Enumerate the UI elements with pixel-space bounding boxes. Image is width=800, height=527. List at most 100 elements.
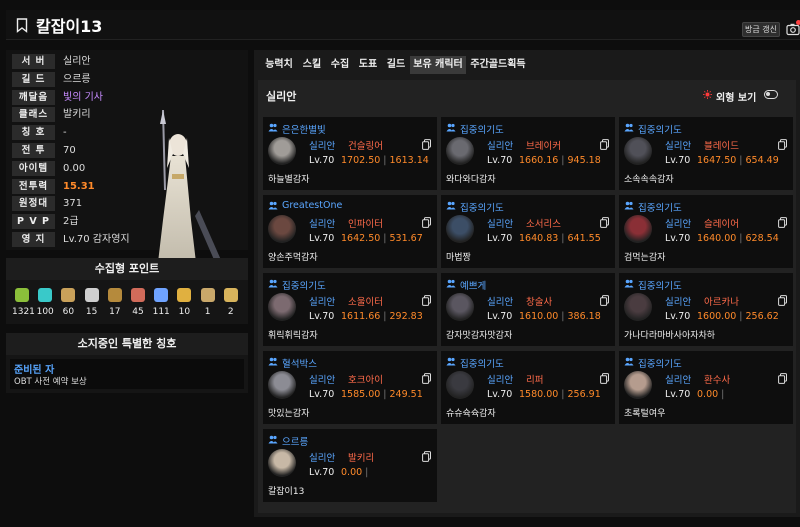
guild-name[interactable]: 집중의기도 <box>638 200 682 214</box>
toggle-switch-icon[interactable] <box>764 90 778 99</box>
collection-value: 60 <box>62 307 75 317</box>
copy-icon[interactable] <box>778 373 787 384</box>
musical-note-icon <box>200 288 215 302</box>
item-level: 1640.00 <box>697 233 737 244</box>
guild-members-icon <box>624 123 634 132</box>
item-level-power: 0.00 | <box>341 467 369 478</box>
character-card[interactable]: 은은한별빛 실리안 건슬링어 Lv.70 1702.50 | 1613.14 하늘별감자 <box>263 117 437 190</box>
character-level: Lv.70 <box>487 389 513 400</box>
item-level: 1610.00 <box>519 311 559 322</box>
copy-icon[interactable] <box>600 295 609 306</box>
character-name-label: 검먹는감자 <box>624 253 666 263</box>
character-card[interactable]: 집중의기도 실리안 리퍼 Lv.70 1580.00 | 256.91 슈슈슉슉감자 <box>441 351 615 424</box>
guild-name[interactable]: 혈석박스 <box>282 356 317 370</box>
character-card[interactable]: 예쁘게 실리안 창술사 Lv.70 1610.00 | 386.18 감자맛감자맛감자 <box>441 273 615 346</box>
copy-icon[interactable] <box>600 217 609 228</box>
tab-collection[interactable]: 수집 <box>326 56 354 74</box>
copy-icon[interactable] <box>778 139 787 150</box>
guild-name[interactable]: 집중의기도 <box>460 200 504 214</box>
copy-icon[interactable] <box>778 295 787 306</box>
guild-members-icon <box>268 357 278 366</box>
guild-members-icon <box>268 279 278 288</box>
guild-name[interactable]: 집중의기도 <box>638 122 682 136</box>
tab-charts[interactable]: 도표 <box>354 56 382 74</box>
character-card[interactable]: 으르릉 실리안 발키리 Lv.70 0.00 | 칼잡이13 <box>263 429 437 502</box>
tab-guild[interactable]: 길드 <box>382 56 410 74</box>
copy-icon[interactable] <box>422 295 431 306</box>
character-card[interactable]: 집중의기도 실리안 슬레이어 Lv.70 1640.00 | 628.54 검먹는감자 <box>619 195 793 268</box>
copy-icon[interactable] <box>422 451 431 462</box>
character-avatar <box>624 371 652 399</box>
guild-name[interactable]: 으르릉 <box>282 434 308 448</box>
copy-icon[interactable] <box>600 139 609 150</box>
collection-item[interactable]: 10 <box>174 288 194 317</box>
tab-skills[interactable]: 스킬 <box>298 56 326 74</box>
guild-name[interactable]: 집중의기도 <box>638 278 682 292</box>
character-card[interactable]: 집중의기도 실리안 블레이드 Lv.70 1647.50 | 654.49 소속속속감자 <box>619 117 793 190</box>
collection-item[interactable]: 1 <box>198 288 218 317</box>
appearance-toggle[interactable]: 외형 보기 <box>703 89 778 104</box>
collection-item[interactable]: 100 <box>35 288 55 317</box>
combat-power: 654.49 <box>745 155 779 166</box>
guild-members-icon <box>446 123 456 132</box>
card-server: 실리안 <box>309 219 336 230</box>
character-card[interactable]: 집중의기도 실리안 브레이커 Lv.70 1660.16 | 945.18 와다와다감자 <box>441 117 615 190</box>
title-entry: 준비된 자 OBT 사전 예약 보상 <box>10 359 244 389</box>
profile-label: 전 투 <box>12 143 55 158</box>
guild-name[interactable]: 은은한별빛 <box>282 122 326 136</box>
character-card[interactable]: 집중의기도 실리안 환수사 Lv.70 0.00 | 초록털여우 <box>619 351 793 424</box>
item-level: 1611.66 <box>341 311 381 322</box>
character-class: 아르카나 <box>704 297 739 308</box>
orpheus-star-icon <box>131 288 145 302</box>
roster-server: 실리안 <box>266 90 297 103</box>
collection-item[interactable]: 1321 <box>12 288 35 317</box>
copy-icon[interactable] <box>422 139 431 150</box>
guild-name[interactable]: 집중의기도 <box>460 356 504 370</box>
guild-members-icon <box>446 357 456 366</box>
copy-icon[interactable] <box>778 217 787 228</box>
card-server: 실리안 <box>487 141 514 152</box>
character-name-label: 가나다라마바사아자차하 <box>624 331 716 341</box>
tab-stats[interactable]: 능력치 <box>260 56 298 74</box>
character-class: 호크아이 <box>348 375 383 386</box>
character-card[interactable]: 혈석박스 실리안 호크아이 Lv.70 1585.00 | 249.51 맛있는감자 <box>263 351 437 424</box>
guild-name[interactable]: 집중의기도 <box>638 356 682 370</box>
guild-name[interactable]: 예쁘게 <box>460 278 486 292</box>
character-level: Lv.70 <box>309 311 335 322</box>
guild-name[interactable]: 집중의기도 <box>460 122 504 136</box>
tab-characters[interactable]: 보유 캐릭터 <box>410 56 466 74</box>
copy-icon[interactable] <box>600 373 609 384</box>
renew-button[interactable]: 방금 갱신 <box>742 22 780 37</box>
character-card[interactable]: 집중의기도 실리안 아르카나 Lv.70 1600.00 | 256.62 가나다라마바사아… <box>619 273 793 346</box>
character-name-label: 슈슈슉슉감자 <box>446 409 496 419</box>
item-level-power: 1611.66 | 292.83 <box>341 311 423 322</box>
collection-item[interactable]: 60 <box>58 288 78 317</box>
collection-item[interactable]: 17 <box>105 288 125 317</box>
tab-weekly-gold[interactable]: 주간골드획득 <box>466 56 530 74</box>
guild-name[interactable]: GreatestOne <box>282 200 342 211</box>
combat-power: 256.62 <box>745 311 779 322</box>
guild-members-icon <box>268 123 278 132</box>
profile-value: 0.00 <box>63 162 86 174</box>
profile-label: 전투력 <box>12 178 55 194</box>
copy-icon[interactable] <box>422 373 431 384</box>
collection-value: 1 <box>204 307 211 317</box>
collection-item[interactable]: 2 <box>221 288 241 317</box>
collection-item[interactable]: 111 <box>151 288 171 317</box>
character-name-label: 칼잡이13 <box>268 487 305 497</box>
character-level: Lv.70 <box>309 467 335 478</box>
collection-item[interactable]: 45 <box>128 288 148 317</box>
combat-power: 531.67 <box>389 233 423 244</box>
character-card[interactable]: 집중의기도 실리안 소울이터 Lv.70 1611.66 | 292.83 휘릭휘릭감자 <box>263 273 437 346</box>
character-card[interactable]: 집중의기도 실리안 소서리스 Lv.70 1640.83 | 641.55 마법짱 <box>441 195 615 268</box>
special-titles-heading: 소지중인 특별한 칭호 <box>6 333 248 355</box>
profile-value: Lv.70 감자영지 <box>63 234 130 245</box>
guild-name[interactable]: 집중의기도 <box>282 278 326 292</box>
notification-dot <box>796 20 800 25</box>
character-card[interactable]: GreatestOne 실리안 인파이터 Lv.70 1642.50 | 531.67 양손… <box>263 195 437 268</box>
bookmark-icon[interactable] <box>16 18 28 33</box>
combat-power: 386.18 <box>567 311 601 322</box>
collection-item[interactable]: 15 <box>82 288 102 317</box>
profile-label: 길 드 <box>12 71 55 87</box>
copy-icon[interactable] <box>422 217 431 228</box>
